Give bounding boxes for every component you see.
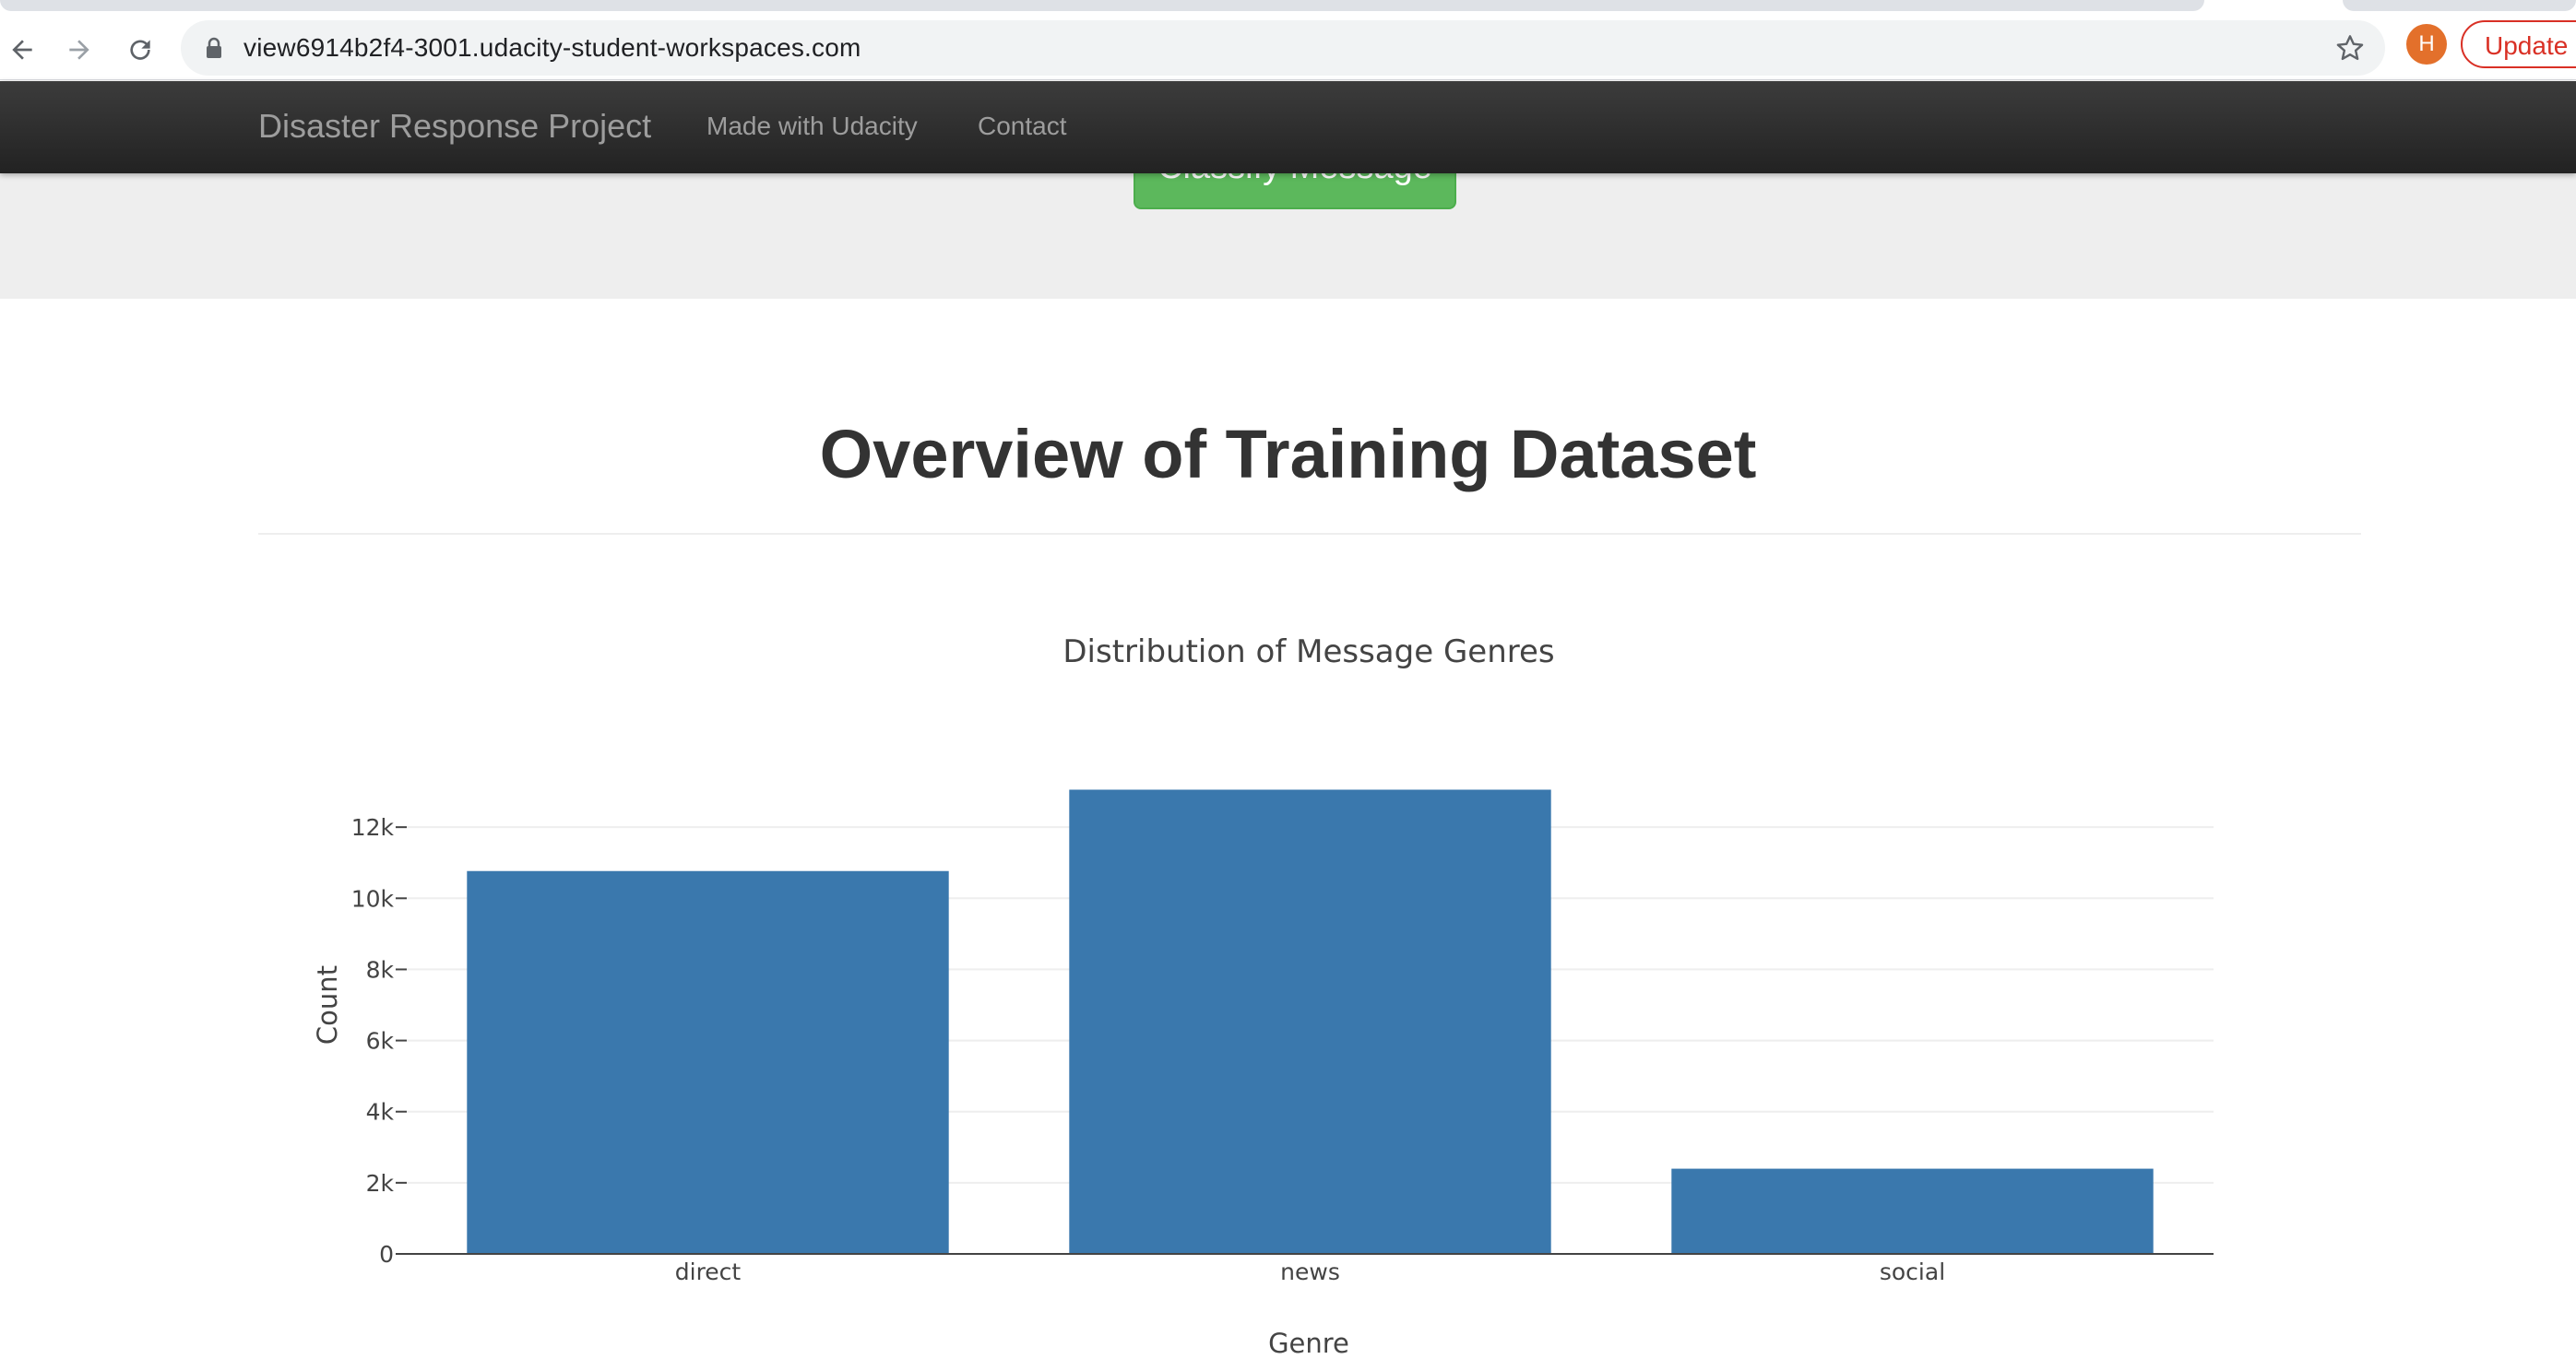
bar-social	[1671, 1168, 2154, 1254]
y-tick-label: 0	[379, 1241, 394, 1268]
genre-bar-chart: 0 2k 4k 6k 8k 10k 12k direct news social Distribut…	[312, 633, 2214, 1359]
x-tick-label: direct	[675, 1259, 742, 1285]
y-tick-label: 6k	[366, 1028, 395, 1055]
y-tick-label: 10k	[351, 885, 395, 912]
x-tick-label: social	[1880, 1259, 1945, 1285]
bar-direct	[467, 870, 949, 1254]
y-tick-label: 8k	[366, 956, 395, 983]
bar-news	[1069, 789, 1551, 1254]
x-axis-title: Genre	[1268, 1328, 1349, 1359]
chart-title: Distribution of Message Genres	[1062, 633, 1554, 670]
y-tick-label: 2k	[366, 1170, 395, 1197]
x-tick-label: news	[1280, 1259, 1340, 1285]
y-tick-label: 4k	[366, 1099, 395, 1126]
y-axis-title: Count	[312, 965, 343, 1045]
y-tick-label: 12k	[351, 814, 395, 841]
